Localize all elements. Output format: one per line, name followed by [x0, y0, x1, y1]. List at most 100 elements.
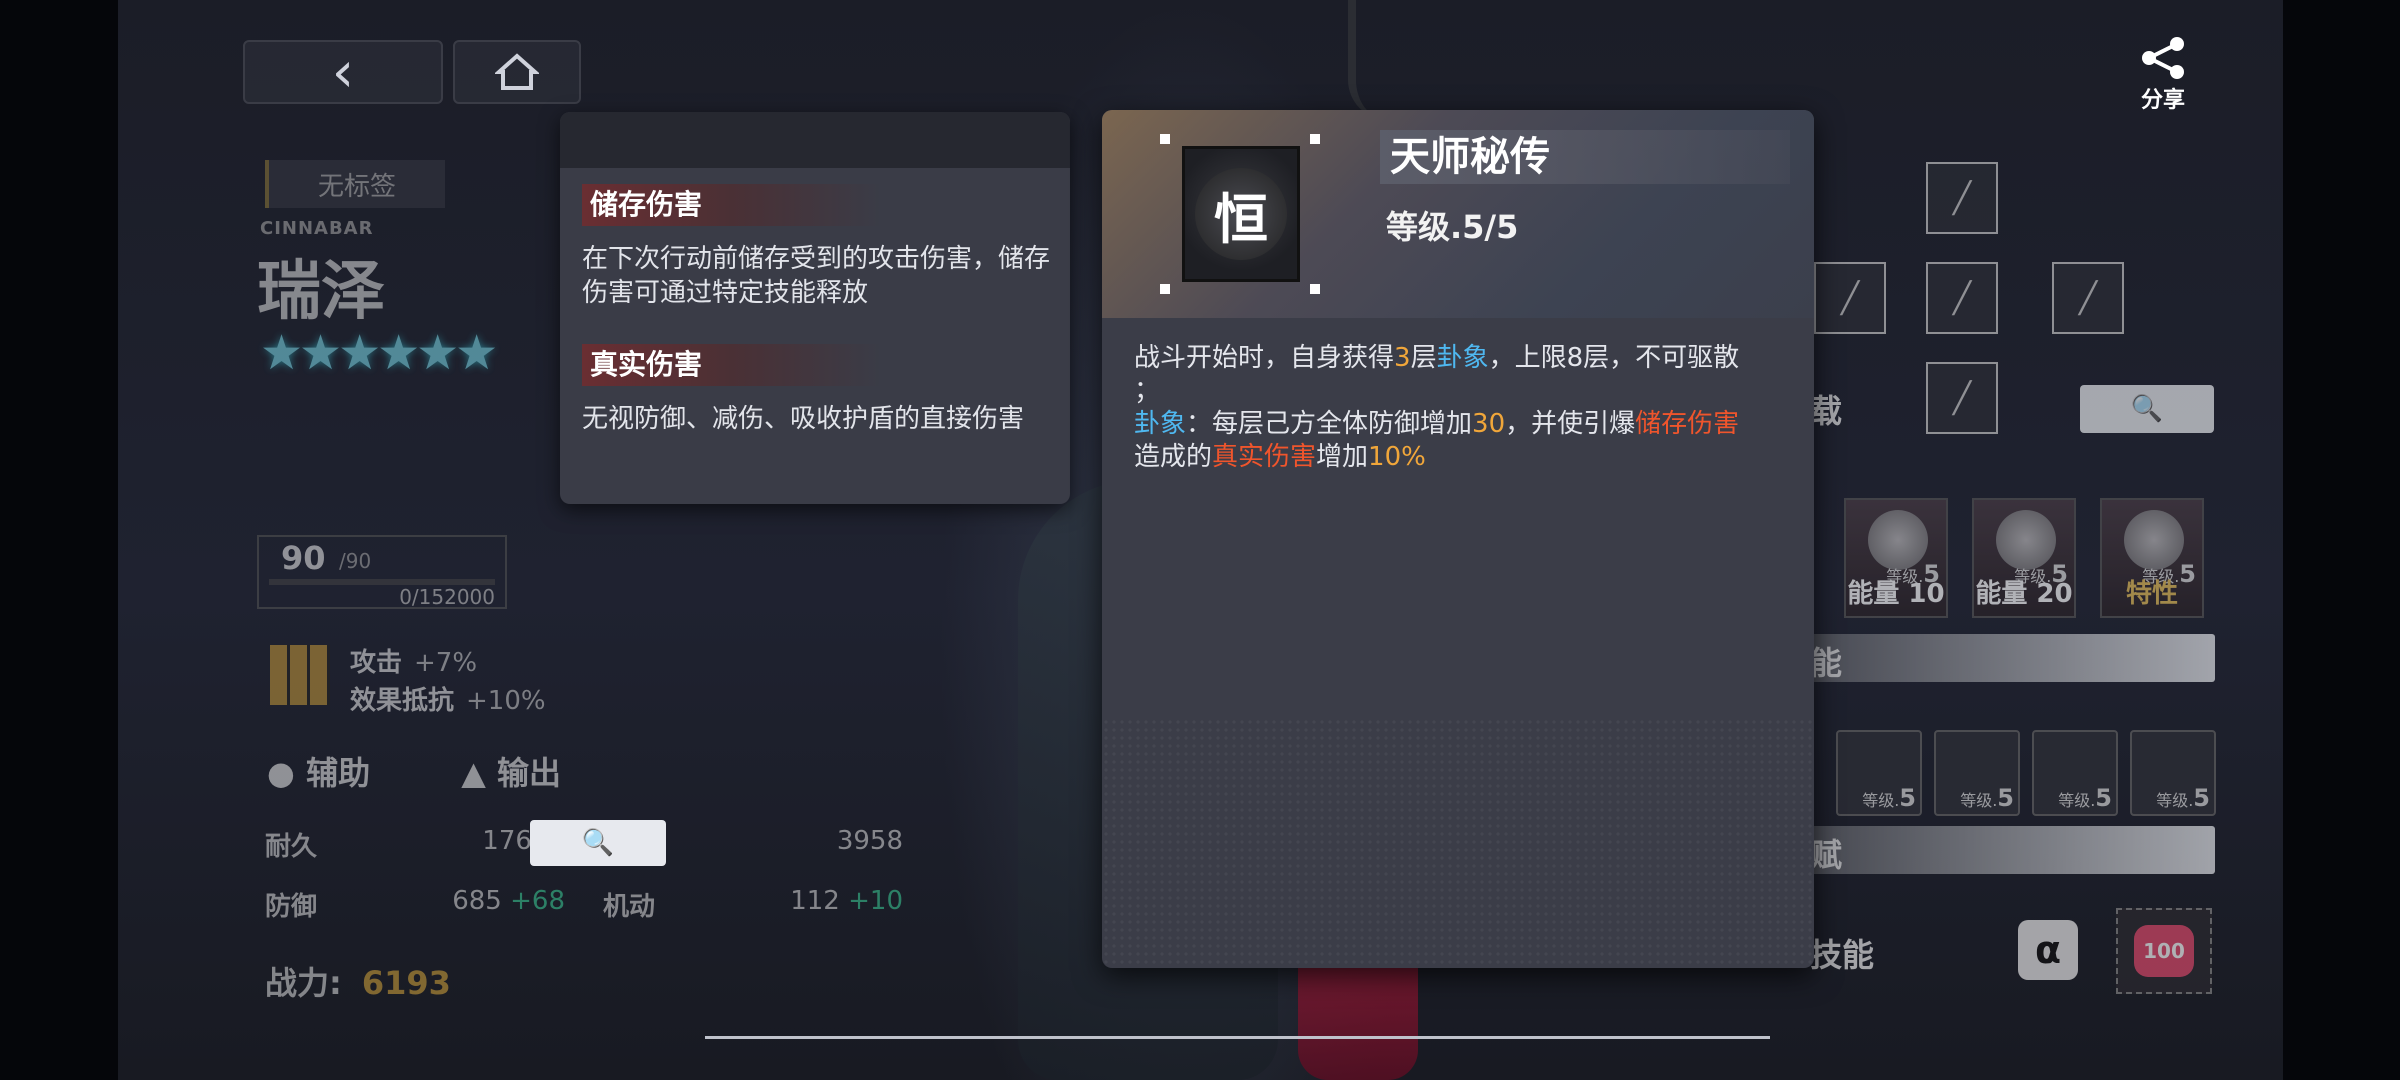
glossary-header [560, 112, 1070, 168]
home-button[interactable] [453, 40, 581, 104]
frame-corner [1310, 134, 1320, 144]
stat-mob-values: 112 +10 [790, 886, 903, 916]
exp-value: 0/152000 [399, 585, 495, 609]
talent-1-level: 等级.5 [1862, 784, 1916, 812]
affection-button[interactable]: 100 [2116, 908, 2212, 994]
desc-text: 层 [1410, 343, 1437, 373]
formation-grid-icon[interactable] [270, 645, 330, 705]
talent-4-level-prefix: 等级. [2156, 791, 2194, 810]
skill-detail-popup: 恒 天师秘传 等级.5/5 战斗开始时，自身获得3层卦象，上限8层，不可驱散； … [1102, 110, 1814, 968]
talent-4-level-value: 5 [2193, 784, 2210, 812]
back-button[interactable]: ‹ [243, 39, 443, 105]
back-arrow-icon: ‹ [331, 39, 355, 105]
desc-text: 战斗开始时，自身获得 [1134, 343, 1395, 373]
equip-slot-left[interactable]: ╱ [1814, 262, 1886, 334]
star-rating: ★★★★★★ [260, 325, 498, 381]
talents-bar[interactable] [1810, 826, 2215, 874]
desc-text: ，上限8层，不可驱散 [1488, 343, 1740, 373]
talent-2-level-value: 5 [1997, 784, 2014, 812]
glossary-term-title: 储存伤害 [582, 184, 882, 226]
level-max: /90 [339, 549, 372, 573]
desc-text: 造成的 [1134, 442, 1213, 472]
equip-magnify-button[interactable]: 🔍 [2080, 385, 2214, 433]
character-name-en: CINNABAR [260, 218, 374, 239]
bonus-resist-value: +10% [466, 686, 546, 716]
glossary-term-desc: 在下次行动前储存受到的攻击伤害，储存伤害可通过特定技能释放 [582, 244, 1051, 308]
talent-card-3[interactable]: 等级.5 [2032, 730, 2118, 816]
skill-level: 等级.5/5 [1386, 208, 1519, 246]
bottom-progress-line [705, 1036, 1770, 1039]
equip-slot-bottom[interactable]: ╱ [1926, 362, 1998, 434]
skill-card-1[interactable]: 等级.5 能量 10 [1844, 498, 1948, 618]
stat-mob-value: 112 [790, 886, 840, 916]
talent-card-2[interactable]: 等级.5 [1934, 730, 2020, 816]
section-ability-label: 技能 [1810, 936, 1875, 974]
magnify-icon: 🔍 [581, 828, 615, 858]
character-horn [1348, 0, 1388, 120]
share-icon [2142, 37, 2184, 79]
desc-text: 增加 [1316, 442, 1369, 472]
character-tag[interactable]: 无标签 [265, 160, 445, 208]
stat-def-label: 防御 [265, 892, 318, 922]
heart-icon: 100 [2134, 925, 2194, 977]
talent-2-level: 等级.5 [1960, 784, 2014, 812]
stat-mob-plus: +10 [848, 886, 903, 916]
frame-corner [1160, 284, 1170, 294]
equip-slot-right[interactable]: ╱ [2052, 262, 2124, 334]
stat-def-value: 685 [452, 886, 502, 916]
desc-text: ：每层己方全体防御增加 [1186, 409, 1473, 439]
talent-1-level-value: 5 [1899, 784, 1916, 812]
level-box: 90 /90 0/152000 [257, 535, 507, 609]
talent-card-4[interactable]: 等级.5 [2130, 730, 2216, 816]
level-value: 90 [281, 539, 326, 577]
stat-atk-value: 3958 [836, 826, 903, 856]
section-talents-label: 赋 [1810, 836, 1843, 874]
skill-2-caption: 能量 20 [1975, 579, 2073, 609]
desc-highlight-number: 30 [1472, 409, 1506, 439]
equip-slot-center[interactable]: ╱ [1926, 262, 1998, 334]
share-button[interactable]: 分享 [2126, 28, 2200, 114]
alpha-ability-button[interactable]: α [2018, 920, 2078, 980]
tianshi-emblem-icon: 恒 [1195, 168, 1287, 260]
section-equip-label: 载 [1810, 392, 1843, 430]
stat-hp: 耐久 17618 [265, 826, 565, 863]
frame-corner [1160, 134, 1170, 144]
equip-slot-top[interactable]: ╱ [1926, 162, 1998, 234]
talent-4-level: 等级.5 [2156, 784, 2210, 812]
glossary-term-desc: 无视防御、减伤、吸收护盾的直接伤害 [582, 404, 1025, 434]
stat-mob-label: 机动 [603, 892, 656, 922]
desc-highlight-number: 3 [1394, 343, 1411, 373]
skill-card-3[interactable]: 等级.5 特性 [2100, 498, 2204, 618]
stat-detail-magnify-button[interactable]: 🔍 [530, 820, 666, 866]
home-icon [495, 53, 539, 90]
desc-highlight-keyword: 卦象 [1134, 409, 1187, 439]
stat-def-plus: +68 [510, 886, 565, 916]
stat-mobility: 机动 112 +10 [603, 886, 903, 923]
talent-2-level-prefix: 等级. [1960, 791, 1998, 810]
desc-highlight-number: 10% [1368, 442, 1426, 472]
stat-def: 防御 685 +68 [265, 886, 565, 923]
skill-1-caption: 能量 10 [1847, 579, 1945, 609]
share-label: 分享 [2140, 88, 2185, 113]
role-tags: ● 辅助 ▲ 输出 [267, 748, 641, 794]
stat-hp-label: 耐久 [265, 832, 318, 862]
skill-icon-box: 恒 [1182, 146, 1300, 282]
bonus-resist-label: 效果抵抗 [350, 686, 455, 716]
role-damage: ▲ 输出 [461, 754, 561, 792]
skills-bar[interactable] [1810, 634, 2215, 682]
talent-3-level: 等级.5 [2058, 784, 2112, 812]
power-label: 战力: [265, 964, 342, 1002]
desc-highlight-term: 储存伤害 [1635, 409, 1740, 439]
role-support-label: 辅助 [306, 754, 371, 792]
desc-highlight-term: 真实伤害 [1212, 442, 1317, 472]
talent-card-1[interactable]: 等级.5 [1836, 730, 1922, 816]
desc-text: ； [1134, 376, 1161, 406]
bonus-resist: 效果抵抗 +10% [350, 680, 546, 717]
skill-card-2[interactable]: 等级.5 能量 20 [1972, 498, 2076, 618]
stat-def-values: 685 +68 [452, 886, 565, 916]
skill-description: 战斗开始时，自身获得3层卦象，上限8层，不可驱散； 卦象：每层己方全体防御增加3… [1134, 342, 1784, 474]
talent-1-level-prefix: 等级. [1862, 791, 1900, 810]
bonus-attack-value: +7% [414, 648, 478, 678]
role-damage-label: 输出 [496, 754, 561, 792]
bonus-attack: 攻击 +7% [350, 642, 477, 679]
